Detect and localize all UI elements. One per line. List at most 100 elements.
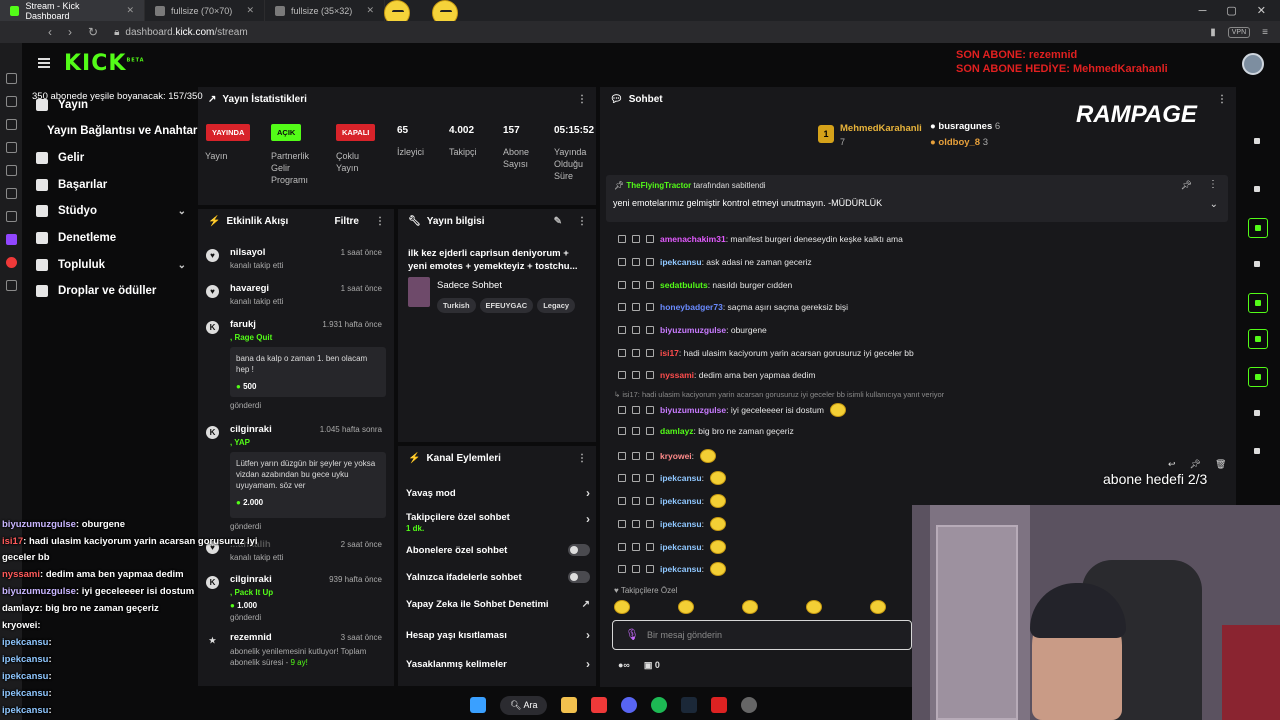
browser-tab-fullsize-35[interactable]: fullsize (35×32) ✕ [265,0,385,21]
category-name[interactable]: Sadece Sohbet [437,280,502,291]
emote-icon[interactable] [742,600,758,614]
tag-chip[interactable]: Legacy [537,298,576,313]
forward-icon[interactable]: › [68,25,72,39]
revenue-icon [36,152,48,164]
reward-message: bana da kalp o zaman 1. ben olacam hep !… [230,347,386,397]
camera-icon[interactable] [1248,180,1268,200]
microphone-icon[interactable]: 🎙︎ [625,628,639,641]
layout-icon[interactable] [1248,367,1268,387]
downloads-icon[interactable] [5,96,17,107]
slow-mode-row[interactable]: Yavaş mod › [406,486,590,500]
maximize-icon[interactable]: ▢ [1226,4,1236,17]
subs-only-toggle[interactable] [568,544,590,556]
browser-tab-dashboard[interactable]: Stream - Kick Dashboard ✕ [0,0,145,21]
steam-icon[interactable] [681,697,698,713]
lightning-icon[interactable] [1248,218,1268,238]
menu-icon[interactable]: ≡ [1262,27,1268,38]
settings-icon[interactable] [741,697,758,713]
windows-start-icon[interactable] [470,697,486,713]
notes-icon[interactable] [5,142,17,153]
leaderboard-name[interactable]: ● oldboy_8 3 [930,137,988,148]
spotify-icon[interactable] [651,697,668,713]
emote-only-toggle[interactable] [568,571,590,583]
wallet-icon[interactable] [5,188,17,199]
leaderboard-name[interactable]: ● busragunes 6 [930,121,1000,132]
emote-icon[interactable] [614,600,630,614]
vpn-badge[interactable]: VPN [1227,26,1251,38]
taskbar-search[interactable]: 🔍︎ Ara [500,695,548,715]
wrench-icon [36,232,48,244]
nav-item-topluluk[interactable]: Topluluk ⌄ [36,259,186,271]
file-explorer-icon[interactable] [561,697,578,713]
more-options-icon[interactable]: ⋮ [577,216,587,227]
infinity-icon[interactable]: ●∞ [618,660,630,671]
panel-icon[interactable] [5,211,17,222]
image-favicon-icon [155,5,165,16]
emote-icon[interactable] [870,600,886,614]
more-options-icon[interactable]: ⋮ [1217,94,1227,105]
edit-icon[interactable] [1248,132,1268,152]
banned-words-row[interactable]: Yasaklanmış kelimeler › [406,657,590,671]
broadcast-icon[interactable] [1248,329,1268,349]
tag-chip[interactable]: EFEUYGAC [479,298,534,313]
overlay-chat-line: nyssami: dedim ama ben yapmaa dedim [2,569,184,580]
bookmark-icon[interactable]: ▮ [1210,27,1216,38]
twitch-icon[interactable] [5,234,17,245]
nav-item-basarilar[interactable]: Başarılar [36,179,186,191]
leaderboard-name[interactable]: MehmedKarahanli [840,123,922,134]
hourglass-icon [632,235,640,243]
kick-coin-icon: K [206,576,219,589]
nav-item-stream-key[interactable]: Yayın Bağlantısı ve Anahtarı [47,125,212,137]
emote-icon[interactable] [678,600,694,614]
hourglass-icon [632,497,640,505]
stats-icon[interactable] [1248,255,1268,275]
unpin-icon[interactable]: 📌︎ [1181,180,1192,191]
nav-item-droplar[interactable]: Droplar ve ödüller [36,285,186,297]
discord-icon[interactable] [621,697,638,713]
chevron-down-icon[interactable]: ⌄ [1210,199,1218,210]
chevron-right-icon: › [586,628,590,642]
filter-button[interactable]: Filtre [335,216,359,227]
browser-tab-fullsize-70[interactable]: fullsize (70×70) ✕ [145,0,265,21]
hourglass-icon [632,258,640,266]
chat-message: ipekcansu: [618,540,726,554]
star-icon: ★ [208,636,217,645]
clock-icon[interactable] [5,119,17,130]
more-options-icon[interactable]: ⋮ [577,94,587,105]
close-window-icon[interactable]: ✕ [1257,4,1266,17]
close-tab-icon[interactable]: ✕ [366,5,374,16]
add-panel-icon[interactable] [5,280,17,291]
nav-item-studyo[interactable]: Stüdyo ⌄ [36,205,186,217]
minimize-icon[interactable]: ─ [1199,5,1207,17]
kick-logo[interactable]: KICKBETA [64,51,145,76]
close-tab-icon[interactable]: ✕ [126,5,134,16]
tag-chip[interactable]: Turkish [437,298,476,313]
overlay-chat-line: biyuzumuzgulse: oburgene [2,519,125,530]
more-options-icon[interactable]: ⋮ [577,453,587,464]
account-age-row[interactable]: Hesap yaşı kısıtlaması › [406,628,590,642]
emote-icon[interactable] [806,600,822,614]
nav-item-gelir[interactable]: Gelir [36,152,186,164]
more-options-icon[interactable]: ⋮ [1208,179,1218,190]
ai-moderation-row[interactable]: Yapay Zeka ile Sohbet Denetimi ↗ [406,599,590,610]
close-tab-icon[interactable]: ✕ [246,5,254,16]
delete-icon[interactable]: 🗑︎ [1215,459,1226,475]
history-icon[interactable] [5,73,17,84]
obs-icon[interactable] [711,697,728,713]
url-field[interactable]: 🔒︎ dashboard.kick.com/stream [114,27,248,38]
vivaldi-icon[interactable] [591,697,608,713]
nav-item-denetleme[interactable]: Denetleme [36,232,186,244]
tools-icon[interactable] [5,165,17,176]
edit-icon[interactable]: ✎ [554,216,562,227]
chat-icon[interactable] [1248,293,1268,313]
reload-icon[interactable]: ↻ [88,25,98,39]
followers-only-row[interactable]: Takipçilere özel sohbet 1 dk. › [406,512,590,534]
more-options-icon[interactable]: ⋮ [375,216,385,227]
user-avatar[interactable] [1242,53,1264,75]
share-icon[interactable] [1248,442,1268,462]
chat-input[interactable]: 🎙︎ Bir mesaj gönderin [612,620,912,650]
vivaldi-icon[interactable] [5,257,17,268]
back-icon[interactable]: ‹ [48,25,52,39]
wrench-icon[interactable] [1248,404,1268,424]
hamburger-menu-icon[interactable] [38,58,50,68]
